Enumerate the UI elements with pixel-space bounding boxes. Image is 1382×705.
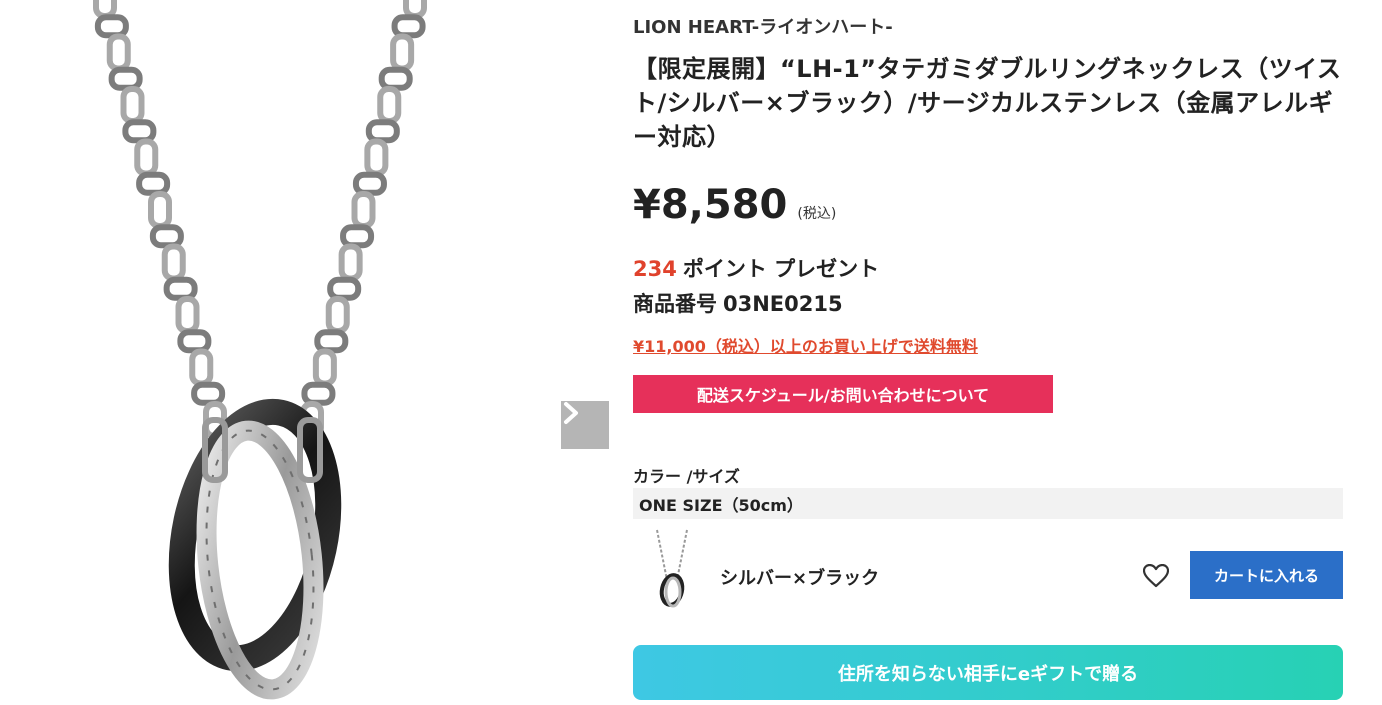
points-label: ポイント プレゼント: [682, 257, 880, 281]
product-title: 【限定展開】“LH-1”タテガミダブルリングネックレス（ツイスト/シルバー×ブラ…: [633, 55, 1342, 151]
favorite-button[interactable]: [1141, 561, 1171, 591]
shipping-schedule-button[interactable]: 配送スケジュール/お問い合わせについて: [633, 375, 1053, 413]
egift-button[interactable]: 住所を知らない相手にeギフトで贈る: [633, 645, 1343, 700]
product-image-gallery: [0, 0, 612, 705]
size-header: ONE SIZE（50cm）: [633, 488, 1343, 519]
add-to-cart-button[interactable]: カートに入れる: [1190, 551, 1343, 599]
points-value: 234: [633, 257, 677, 281]
price-row: ¥8,580 (税込): [633, 182, 836, 228]
price: ¥8,580: [633, 182, 788, 228]
next-image-button[interactable]: [561, 401, 609, 449]
variant-thumbnail: [656, 529, 688, 608]
necklace-image: [93, 0, 427, 700]
free-shipping-link[interactable]: ¥11,000（税込）以上のお買い上げで送料無料: [633, 333, 978, 357]
product-code: 商品番号 03NE0215: [633, 288, 843, 318]
product-code-value: 03NE0215: [723, 292, 843, 316]
variant-row: シルバー×ブラック カートに入れる: [633, 526, 1343, 626]
variant-color-name: シルバー×ブラック: [720, 568, 880, 589]
brand-name[interactable]: LION HEART-ライオンハート-: [633, 13, 893, 39]
points-info: 234 ポイント プレゼント: [633, 253, 879, 283]
variant-label: カラー /サイズ: [633, 467, 740, 486]
tax-note: (税込): [797, 206, 837, 222]
heart-icon: [1143, 564, 1169, 588]
product-code-label: 商品番号: [633, 292, 717, 316]
chevron-right-icon: [564, 402, 578, 424]
